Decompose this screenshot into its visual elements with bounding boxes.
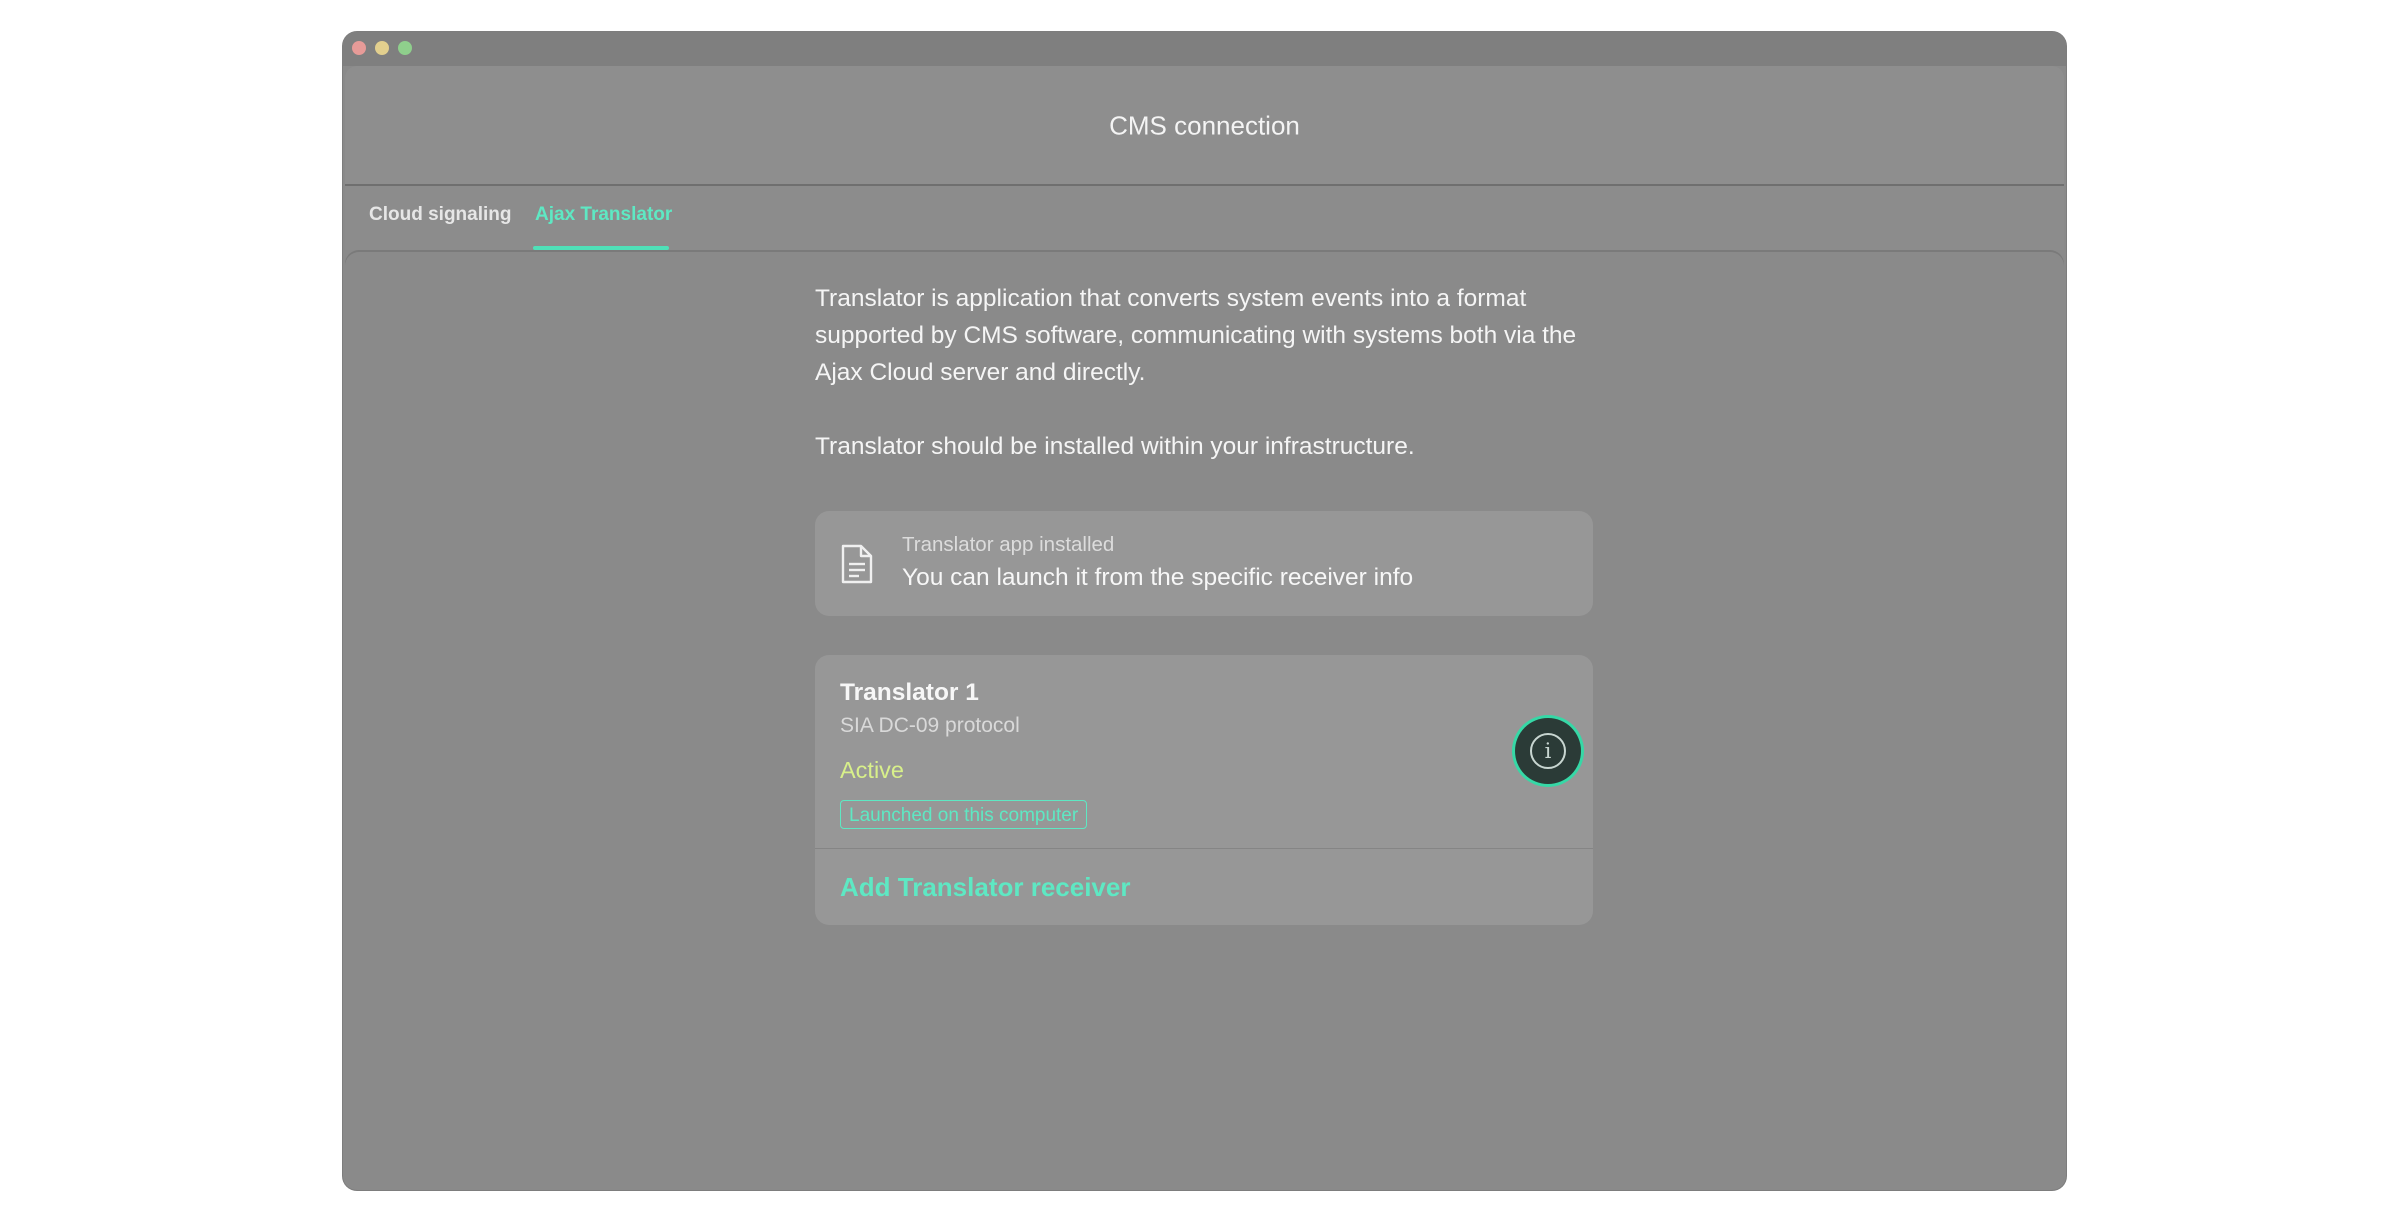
install-note-text: Translator should be installed within yo… [815, 433, 1415, 460]
add-translator-receiver-button[interactable]: Add Translator receiver [840, 872, 1130, 903]
header: CMS connection [345, 66, 2064, 184]
description-block: Translator is application that converts … [815, 280, 1593, 465]
description-text: Translator is application that converts … [815, 285, 1577, 386]
status-badge: Launched on this computer [840, 800, 1088, 829]
translator-info-button[interactable]: i [1515, 718, 1581, 784]
info-icon: i [1530, 733, 1566, 769]
window-controls [352, 41, 412, 55]
content-panel: Translator is application that converts … [345, 250, 2064, 1188]
tab-cloud-signaling[interactable]: Cloud signaling [369, 204, 512, 226]
tab-ajax-translator[interactable]: Ajax Translator [535, 204, 672, 226]
translator-card: Translator 1 SIA DC-09 protocol Active L… [815, 655, 1593, 925]
installed-notice-card: Translator app installed You can launch … [815, 511, 1593, 616]
maximize-window-button[interactable] [398, 41, 412, 55]
translator-protocol: SIA DC-09 protocol [840, 714, 1020, 737]
page-title: CMS connection [1109, 110, 1300, 141]
title-bar [343, 32, 2066, 66]
tab-bar: Cloud signaling Ajax Translator [345, 186, 2064, 250]
translator-name: Translator 1 [840, 679, 979, 706]
close-window-button[interactable] [352, 41, 366, 55]
card-divider [815, 848, 1593, 849]
document-icon [841, 544, 873, 584]
minimize-window-button[interactable] [375, 41, 389, 55]
notice-message: You can launch it from the specific rece… [902, 564, 1414, 591]
app-window: CMS connection Cloud signaling Ajax Tran… [343, 32, 2066, 1190]
status-text: Active [840, 757, 904, 783]
notice-title: Translator app installed [902, 533, 1115, 556]
